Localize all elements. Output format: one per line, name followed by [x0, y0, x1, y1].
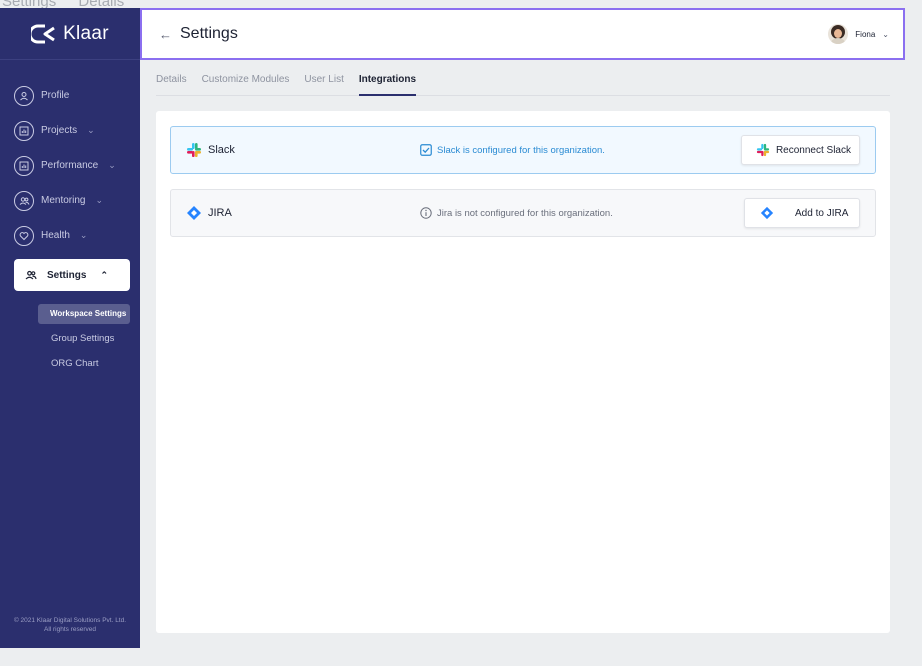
tab-user-list[interactable]: User List [304, 72, 343, 96]
chevron-down-icon: ⌄ [79, 230, 88, 240]
jira-logo-icon [760, 206, 774, 220]
copyright-line: © 2021 Klaar Digital Solutions Pvt. Ltd. [13, 617, 127, 624]
back-arrow-icon[interactable]: ← [159, 27, 172, 42]
sidebar-item-mentoring[interactable]: Mentoring ⌄ [0, 183, 140, 218]
sidebar: Klaar Profile Projects ⌄ Performance ⌄ M… [0, 8, 140, 648]
add-to-jira-button[interactable]: Add to JIRA [744, 198, 860, 228]
people-icon [14, 190, 34, 211]
user-menu[interactable]: Fiona ⌄ [828, 24, 889, 44]
logo[interactable]: Klaar [0, 8, 140, 60]
jira-logo-icon [187, 206, 201, 220]
sidebar-item-projects[interactable]: Projects ⌄ [0, 113, 140, 148]
klaar-logo-icon [31, 24, 55, 43]
reconnect-slack-button[interactable]: Reconnect Slack [740, 135, 860, 165]
integration-name: Slack [208, 144, 235, 156]
slack-logo-icon [756, 143, 770, 157]
sidebar-item-label: Settings [47, 269, 87, 281]
chevron-down-icon: ⌄ [882, 29, 889, 39]
chevron-down-icon: ⌄ [108, 160, 116, 170]
button-label: Add to JIRA [795, 207, 849, 219]
integrations-panel: Slack Slack is configured for this organ… [156, 111, 890, 633]
sidebar-item-label: Projects [41, 125, 78, 136]
integration-name: JIRA [208, 207, 232, 219]
settings-subnav: Workspace Settings Group Settings ORG Ch… [0, 304, 140, 374]
avatar [828, 24, 849, 44]
integration-status-text: Jira is not configured for this organiza… [437, 207, 613, 219]
logo-text: Klaar [63, 22, 109, 44]
subnav-item-org-chart[interactable]: ORG Chart [38, 354, 130, 374]
tab-integrations[interactable]: Integrations [358, 72, 417, 96]
integration-status: Jira is not configured for this organiza… [420, 207, 613, 219]
sidebar-item-settings[interactable]: Settings ⌃ [14, 259, 130, 291]
sidebar-nav: Profile Projects ⌄ Performance ⌄ Mentori… [0, 78, 140, 379]
top-header: ← Settings Fiona ⌄ [140, 8, 905, 60]
integration-row-jira: JIRA Jira is not configured for this org… [170, 189, 876, 237]
chart-icon [14, 120, 34, 141]
sidebar-item-label: Performance [41, 160, 99, 171]
sidebar-item-health[interactable]: Health ⌄ [0, 218, 140, 253]
sidebar-item-label: Mentoring [41, 195, 86, 206]
integration-status-text: Slack is configured for this organizatio… [437, 144, 605, 156]
sidebar-item-profile[interactable]: Profile [0, 78, 140, 113]
user-name: Fiona [855, 29, 876, 39]
sidebar-item-label: Profile [41, 90, 70, 101]
chevron-down-icon: ⌄ [95, 195, 104, 205]
chart-icon [14, 155, 34, 176]
tab-details[interactable]: Details [156, 72, 187, 96]
sidebar-item-performance[interactable]: Performance ⌄ [0, 148, 140, 183]
slack-logo-icon [187, 143, 201, 157]
integration-status: Slack is configured for this organizatio… [420, 144, 605, 156]
info-icon [420, 207, 432, 219]
copyright-line: All rights reserved [43, 626, 97, 633]
sidebar-item-label: Health [41, 230, 70, 241]
integration-row-slack: Slack Slack is configured for this organ… [170, 126, 876, 174]
people-icon [22, 265, 40, 285]
checkbox-checked-icon [420, 144, 432, 156]
heart-icon [14, 225, 34, 246]
tab-customize-modules[interactable]: Customize Modules [202, 72, 290, 96]
copyright: © 2021 Klaar Digital Solutions Pvt. Ltd.… [0, 616, 140, 634]
settings-tabs: Details Customize Modules User List Inte… [156, 72, 890, 96]
page-title: Settings [180, 25, 238, 42]
chevron-up-icon: ⌃ [100, 269, 108, 280]
chevron-down-icon: ⌄ [87, 125, 95, 135]
subnav-item-group-settings[interactable]: Group Settings [38, 329, 130, 349]
button-label: Reconnect Slack [775, 144, 851, 156]
user-icon [14, 85, 34, 106]
subnav-item-workspace-settings[interactable]: Workspace Settings [38, 304, 130, 324]
